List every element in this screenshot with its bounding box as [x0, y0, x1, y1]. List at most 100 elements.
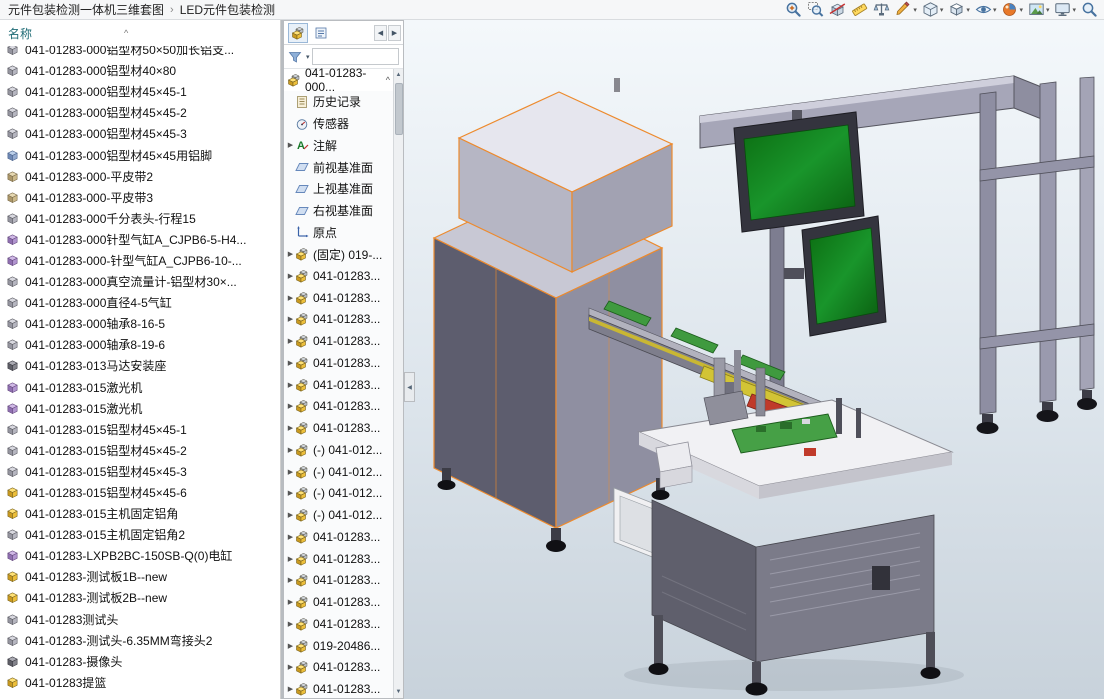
expand-arrow-icon[interactable]: ▶ — [286, 620, 295, 628]
list-item[interactable]: 041-01283-000轴承8-19-6 — [0, 334, 280, 355]
displaymanager-tab[interactable] — [311, 23, 331, 43]
list-item[interactable]: 041-01283-000铝型材40×80 — [0, 60, 280, 81]
list-item[interactable]: 041-01283-000-平皮带2 — [0, 166, 280, 187]
monitor-lower[interactable] — [802, 216, 886, 336]
tree-node[interactable]: ▶041-01283... — [284, 396, 403, 418]
expand-arrow-icon[interactable]: ▶ — [286, 294, 295, 302]
tree-node[interactable]: 右视基准面 — [284, 200, 403, 222]
section-view-icon[interactable] — [828, 0, 847, 19]
scrollbar-thumb[interactable] — [395, 83, 403, 135]
filter-dropdown-caret-icon[interactable]: ▾ — [306, 53, 310, 61]
list-item[interactable]: 041-01283-摄像头 — [0, 651, 280, 672]
expand-arrow-icon[interactable]: ▶ — [286, 598, 295, 606]
list-item[interactable]: 041-01283-013马达安装座 — [0, 355, 280, 376]
tree-node[interactable]: ▶041-01283... — [284, 309, 403, 331]
measure-icon[interactable] — [850, 0, 869, 19]
list-item[interactable]: 041-01283-015激光机 — [0, 377, 280, 398]
dropdown-caret-icon[interactable]: ▾ — [1019, 6, 1023, 14]
expand-arrow-icon[interactable]: ▶ — [286, 533, 295, 541]
dropdown-caret-icon[interactable]: ▾ — [966, 6, 970, 14]
expand-arrow-icon[interactable]: ▶ — [286, 555, 295, 563]
tree-node[interactable]: 原点 — [284, 222, 403, 244]
view-settings-icon[interactable]: ▾ — [1053, 0, 1077, 19]
tree-filter-input[interactable] — [312, 48, 399, 65]
tree-node[interactable]: ▶(-) 041-012... — [284, 439, 403, 461]
dropdown-caret-icon[interactable]: ▾ — [1046, 6, 1050, 14]
graphics-viewport[interactable]: ◀ — [404, 20, 1104, 699]
dropdown-caret-icon[interactable]: ▾ — [940, 6, 944, 14]
breadcrumb-item[interactable]: 元件包装检测一体机三维套图 — [8, 1, 164, 18]
expand-arrow-icon[interactable]: ▶ — [286, 402, 295, 410]
list-item[interactable]: 041-01283-015激光机 — [0, 398, 280, 419]
list-item[interactable]: 041-01283-000-平皮带3 — [0, 187, 280, 208]
scroll-up-icon[interactable]: ▲ — [394, 69, 404, 81]
list-item[interactable]: 041-01283-LXPB2BC-150SB-Q(0)电缸 — [0, 545, 280, 566]
panel-splitter-handle[interactable]: ◀ — [404, 372, 415, 402]
tree-node[interactable]: ▶041-01283... — [284, 374, 403, 396]
filter-funnel-icon[interactable] — [288, 50, 304, 64]
tree-node[interactable]: 传感器 — [284, 113, 403, 135]
dropdown-caret-icon[interactable]: ▾ — [1072, 6, 1076, 14]
list-item[interactable]: 041-01283-015铝型材45×45-6 — [0, 482, 280, 503]
breadcrumb-item[interactable]: LED元件包装检测 — [180, 1, 275, 18]
list-item[interactable]: 041-01283-000千分表头-行程15 — [0, 208, 280, 229]
collapse-caret-icon[interactable]: ^ — [386, 75, 390, 85]
dropdown-caret-icon[interactable]: ▾ — [993, 6, 997, 14]
tabs-scroll-left-button[interactable]: ◀ — [374, 25, 387, 41]
tree-node[interactable]: ▶(-) 041-012... — [284, 483, 403, 505]
tree-node[interactable]: ▶041-01283... — [284, 417, 403, 439]
list-item[interactable]: 041-01283-015铝型材45×45-3 — [0, 461, 280, 482]
dropdown-caret-icon[interactable]: ▾ — [913, 6, 917, 14]
expand-arrow-icon[interactable]: ▶ — [286, 315, 295, 323]
expand-arrow-icon[interactable]: ▶ — [286, 663, 295, 671]
tree-node[interactable]: ▶041-01283... — [284, 330, 403, 352]
list-item[interactable]: 041-01283-000轴承8-16-5 — [0, 313, 280, 334]
tree-node[interactable]: ▶(固定) 019-... — [284, 243, 403, 265]
list-item[interactable]: 041-01283-015主机固定铝角 — [0, 503, 280, 524]
list-item[interactable]: 041-01283-000针型气缸A_CJPB6-5-H4... — [0, 229, 280, 250]
tree-node[interactable]: ▶041-01283... — [284, 287, 403, 309]
expand-arrow-icon[interactable]: ▶ — [286, 381, 295, 389]
tree-node[interactable]: ▶041-01283... — [284, 570, 403, 592]
mass-properties-icon[interactable] — [872, 0, 891, 19]
expand-arrow-icon[interactable]: ▶ — [286, 489, 295, 497]
expand-arrow-icon[interactable]: ▶ — [286, 576, 295, 584]
tree-node[interactable]: 上视基准面 — [284, 178, 403, 200]
expand-arrow-icon[interactable]: ▶ — [286, 424, 295, 432]
tree-node[interactable]: ▶(-) 041-012... — [284, 504, 403, 526]
list-item[interactable]: 041-01283-000铝型材45×45-3 — [0, 123, 280, 144]
list-item[interactable]: 041-01283-测试板1B--new — [0, 566, 280, 587]
list-item[interactable]: 041-01283-015主机固定铝角2 — [0, 524, 280, 545]
expand-arrow-icon[interactable]: ▶ — [286, 359, 295, 367]
expand-arrow-icon[interactable]: ▶ — [286, 511, 295, 519]
scroll-down-icon[interactable]: ▼ — [394, 686, 404, 698]
tree-node[interactable]: ▶A注解 — [284, 135, 403, 157]
display-style-icon[interactable]: ▾ — [947, 0, 971, 19]
tree-node[interactable]: ▶(-) 041-012... — [284, 461, 403, 483]
tree-node[interactable]: ▶041-01283... — [284, 591, 403, 613]
list-item[interactable]: 041-01283-000直径4-5气缸 — [0, 292, 280, 313]
expand-arrow-icon[interactable]: ▶ — [286, 685, 295, 693]
tree-node[interactable]: ▶041-01283... — [284, 548, 403, 570]
tree-node[interactable]: 历史记录 — [284, 91, 403, 113]
file-list-header[interactable]: 名称 ^ — [0, 20, 280, 46]
tree-node[interactable]: ▶019-20486... — [284, 635, 403, 657]
list-item[interactable]: 041-01283-015铝型材45×45-2 — [0, 440, 280, 461]
edit-appearance-icon[interactable]: ▾ — [1000, 0, 1024, 19]
zoom-to-area-icon[interactable] — [806, 0, 825, 19]
3d-viewport-scene[interactable] — [404, 20, 1104, 699]
tree-node[interactable]: ▶041-01283... — [284, 265, 403, 287]
expand-arrow-icon[interactable]: ▶ — [286, 642, 295, 650]
expand-arrow-icon[interactable]: ▶ — [286, 272, 295, 280]
list-item[interactable]: 041-01283-000真空流量计-铝型材30×... — [0, 271, 280, 292]
expand-arrow-icon[interactable]: ▶ — [286, 250, 295, 258]
expand-arrow-icon[interactable]: ▶ — [286, 468, 295, 476]
monitor-upper[interactable] — [734, 110, 864, 232]
tree-node[interactable]: ▶041-01283... — [284, 613, 403, 635]
expand-arrow-icon[interactable]: ▶ — [286, 141, 295, 149]
search-icon[interactable] — [1080, 0, 1099, 19]
list-item[interactable]: 041-01283-015铝型材45×45-1 — [0, 419, 280, 440]
list-item[interactable]: 041-01283-000铝型材45×45-2 — [0, 102, 280, 123]
tree-scrollbar[interactable]: ▲ ▼ — [393, 69, 403, 698]
tree-root-item[interactable]: 041-01283-000... ^ — [284, 69, 403, 91]
